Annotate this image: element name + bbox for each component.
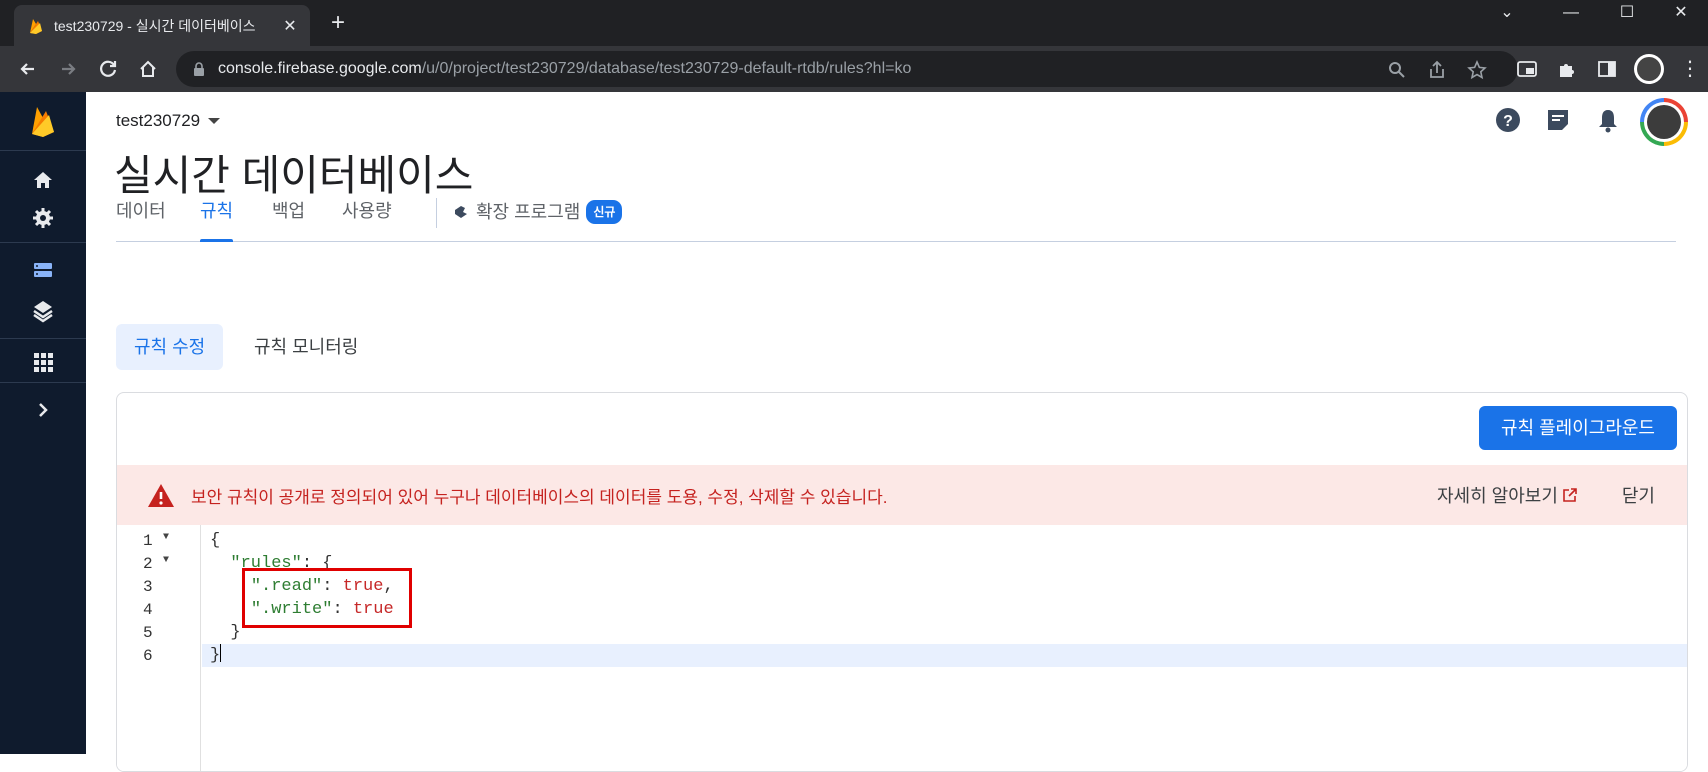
firebase-left-nav [0,92,86,754]
help-icon[interactable]: ? [1494,106,1522,134]
tab-data[interactable]: 데이터 [116,200,166,242]
back-icon[interactable] [14,55,42,83]
picture-in-picture-icon[interactable] [1516,58,1538,80]
caret-down-icon [208,118,221,124]
tab-separator [436,198,437,228]
fold-arrow-icon[interactable]: ▼ [163,532,169,543]
tab-close-icon[interactable]: ✕ [280,16,300,36]
home-icon[interactable] [29,166,57,194]
bookmark-star-icon[interactable] [1466,59,1488,81]
line-number: 1 ▼ [143,532,170,550]
address-bar[interactable]: console.firebase.google.com/u/0/project/… [176,51,1518,87]
text-cursor [220,644,222,662]
url-path: /u/0/project/test230729/database/test230… [421,60,912,77]
line-number: 3 [143,578,153,596]
notifications-bell-icon[interactable] [1594,106,1622,134]
browser-tab-strip: test230729 - 실시간 데이터베이스 ✕ + ⌄ — ☐ ✕ [0,0,1708,46]
new-tab-button[interactable]: + [326,10,350,36]
warning-text: 보안 규칙이 공개로 정의되어 있어 누구나 데이터베이스의 데이터를 도용, … [191,487,888,507]
side-panel-icon[interactable] [1596,58,1618,80]
lock-icon [194,62,204,76]
browser-tab[interactable]: test230729 - 실시간 데이터베이스 ✕ [14,5,310,46]
close-banner-button[interactable]: 닫기 [1622,482,1655,508]
extensions-puzzle-icon[interactable] [1556,58,1578,80]
window-close-button[interactable]: ✕ [1654,0,1708,28]
avatar-image [1647,105,1681,139]
home-browser-icon[interactable] [134,55,162,83]
learn-more-label: 자세히 알아보기 [1436,486,1558,506]
line-number: 5 [143,624,153,642]
subtab-monitor-rules[interactable]: 규칙 모니터링 [236,324,376,370]
new-badge: 신규 [586,200,623,224]
expand-chevron-icon[interactable] [29,396,57,424]
browser-toolbar: console.firebase.google.com/u/0/project/… [0,46,1708,92]
code-line-3: ".read": true, [250,577,394,596]
code-line-6: } [202,644,1687,667]
line-number: 2 ▼ [143,555,170,573]
url-host: console.firebase.google.com [218,60,422,77]
tab-usage[interactable]: 사용량 [342,200,392,242]
code-line-1: { [210,531,221,550]
svg-text:?: ? [1503,113,1513,130]
share-icon[interactable] [1426,59,1448,81]
nav-divider [0,242,86,243]
firebase-favicon-icon [30,18,42,34]
apps-grid-icon[interactable] [29,348,57,376]
fold-arrow-icon[interactable]: ▼ [163,555,169,566]
firebase-logo[interactable] [28,104,58,138]
project-name: test230729 [116,111,201,130]
security-warning-banner: 보안 규칙이 공개로 정의되어 있어 누구나 데이터베이스의 데이터를 도용, … [117,465,1687,525]
browser-tab-title: test230729 - 실시간 데이터베이스 [54,17,256,34]
minimize-button[interactable]: — [1544,0,1598,28]
database-icon[interactable] [29,256,57,284]
nav-divider [0,338,86,339]
nav-divider [0,150,86,151]
subtab-edit-rules[interactable]: 규칙 수정 [116,324,224,370]
code-line-4: ".write": true [250,600,394,619]
rules-playground-button[interactable]: 규칙 플레이그라운드 [1478,406,1677,450]
maximize-button[interactable]: ☐ [1600,0,1654,28]
page-title: 실시간 데이터베이스 [114,152,474,199]
main-content: test230729 ? 실시간 데이터베이스 데이터 규칙 백업 사용량 확장… [86,92,1708,772]
annotation-highlight-box [242,568,412,628]
code-line-2: "rules": { [230,554,333,573]
tab-backup[interactable]: 백업 [272,200,305,242]
zoom-search-icon[interactable] [1386,59,1408,81]
extensions-stack-icon[interactable] [29,296,57,324]
line-number: 4 [143,601,153,619]
tab-rules[interactable]: 규칙 [200,200,234,242]
line-number: 6 [143,647,153,665]
main-tabs: 데이터 규칙 백업 사용량 확장 프로그램 신규 [116,198,1676,242]
profile-avatar[interactable] [1634,54,1664,84]
profile-avatar-image [1637,57,1661,81]
account-avatar[interactable] [1640,98,1688,146]
open-in-new-icon [1563,488,1577,502]
learn-more-link[interactable]: 자세히 알아보기 [1437,482,1578,508]
tab-extensions[interactable]: 확장 프로그램 신규 [452,200,623,242]
tab-extensions-label: 확장 프로그램 [476,202,581,222]
extension-puzzle-icon [455,206,467,218]
code-editor[interactable]: 1 ▼ 2 ▼ 3 4 5 6 { "rules": { ".read": true… [117,525,1687,771]
tab-search-chevron-icon[interactable]: ⌄ [1480,0,1534,28]
nav-divider [0,382,86,383]
settings-icon[interactable] [29,204,57,232]
chrome-menu-icon[interactable]: ⋮ [1680,54,1700,84]
code-line-5: } [230,623,241,642]
project-selector[interactable]: test230729 [116,111,221,131]
release-notes-icon[interactable] [1544,106,1572,134]
line-gutter: 1 ▼ 2 ▼ 3 4 5 6 [117,525,201,771]
warning-triangle-icon [148,484,174,507]
url-text: console.firebase.google.com/u/0/project/… [218,60,911,78]
reload-icon[interactable] [94,55,122,83]
forward-icon[interactable] [54,55,82,83]
avatar-ring-inner [1644,102,1684,142]
